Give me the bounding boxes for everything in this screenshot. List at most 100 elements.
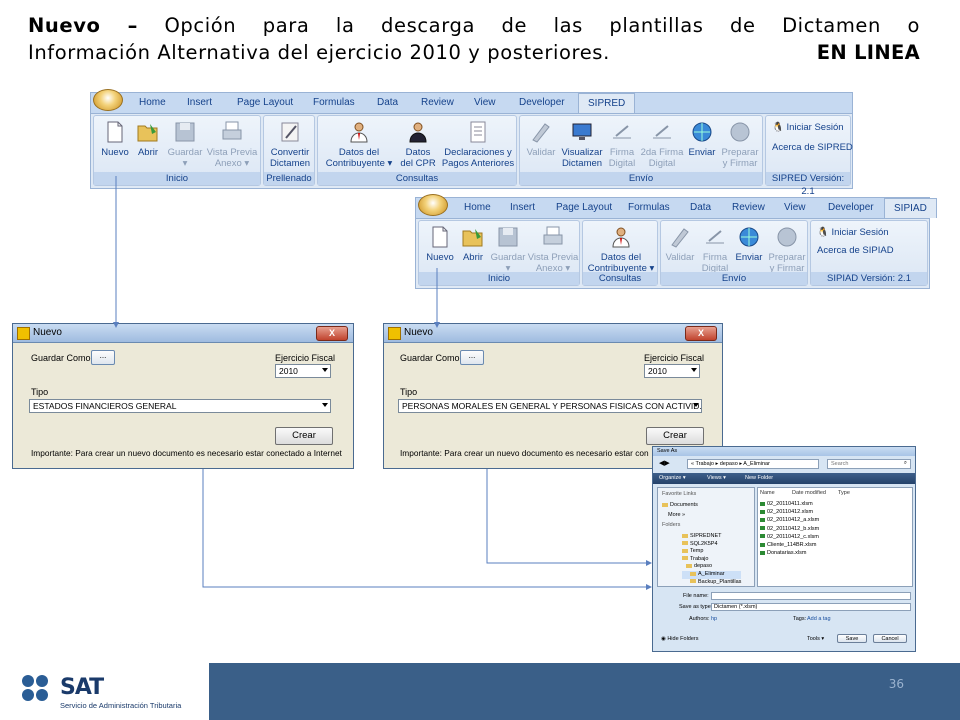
tab-page-layout[interactable]: Page Layout <box>237 97 293 108</box>
sipiad-nuevo-button[interactable]: Nuevo <box>423 225 457 263</box>
tools-button[interactable]: Tools ▾ <box>807 636 824 642</box>
more-link[interactable]: More » <box>668 512 685 518</box>
tab-review-2[interactable]: Review <box>732 202 765 213</box>
crear-button[interactable]: Crear <box>275 427 333 445</box>
tab-home-2[interactable]: Home <box>464 202 491 213</box>
sipiad-datos-contribuyente-button[interactable]: Datos del Contribuyente ▾ <box>585 225 657 274</box>
abrir-label: Abrir <box>137 147 159 158</box>
visualizar-label: Visualizar <box>561 147 603 158</box>
tab-formulas-2[interactable]: Formulas <box>628 202 670 213</box>
declaraciones-label: Declaraciones y <box>444 147 512 158</box>
browse-button[interactable]: ... <box>460 350 484 365</box>
visualizar-dictamen-button[interactable]: Visualizar Dictamen <box>560 120 604 169</box>
back-forward-icon[interactable]: ◀▶ <box>659 459 670 467</box>
tab-developer-2[interactable]: Developer <box>828 202 874 213</box>
office-button-2[interactable] <box>418 194 448 216</box>
col-date[interactable]: Date modified <box>792 490 826 496</box>
crear-button[interactable]: Crear <box>646 427 704 445</box>
sipiad-guardar-button[interactable]: Guardar ▾ <box>489 225 527 274</box>
sipiad-abrir-button[interactable]: Abrir <box>459 225 487 263</box>
tab-data[interactable]: Data <box>377 97 398 108</box>
save-type-select[interactable]: Dictamen (*.xlsm) <box>711 603 911 611</box>
sipiad-vista-previa-button[interactable]: Vista Previa Anexo ▾ <box>527 225 579 274</box>
tab-insert-2[interactable]: Insert <box>510 202 535 213</box>
file-row[interactable]: Cliente_114BR.xlsm <box>760 541 819 549</box>
close-button[interactable]: X <box>685 326 717 341</box>
nav-pane: Favorite Links Documents More » Folders … <box>657 487 755 587</box>
col-type[interactable]: Type <box>838 490 850 496</box>
tab-page-layout-2[interactable]: Page Layout <box>556 202 612 213</box>
file-name-input[interactable] <box>711 592 911 600</box>
datos-contribuyente-button[interactable]: Datos del Contribuyente ▾ <box>322 120 396 169</box>
close-button[interactable]: X <box>316 326 348 341</box>
views-button[interactable]: Views ▾ <box>707 475 726 481</box>
file-row[interactable]: 02_20110412_c.xlsm <box>760 533 819 541</box>
enviar-button[interactable]: Enviar <box>686 120 718 158</box>
preparar-firmar-button[interactable]: Preparar y Firmar <box>720 120 760 169</box>
save-as-titlebar: Save As <box>653 447 915 456</box>
file-row[interactable]: 02_20110412_a.xlsm <box>760 516 819 524</box>
authors-value[interactable]: hp <box>711 616 717 622</box>
segunda-firma-label: 2da Firma <box>640 147 684 158</box>
tab-home[interactable]: Home <box>139 97 166 108</box>
abrir-button[interactable]: Abrir <box>134 120 162 158</box>
file-row[interactable]: 02_20110411.xlsm <box>760 500 819 508</box>
year-select[interactable]: 2010 <box>644 364 700 378</box>
hide-folders-button[interactable]: ◉ Hide Folders <box>661 636 699 642</box>
sipiad-validar-button[interactable]: Validar <box>663 225 697 263</box>
folder-item[interactable]: SQL2K5P4 <box>682 541 741 549</box>
file-row[interactable]: 02_20110412_b.xlsm <box>760 525 819 533</box>
tipo-value: ESTADOS FINANCIEROS GENERAL <box>33 401 177 411</box>
tab-sipiad[interactable]: SIPIAD <box>884 198 937 218</box>
declaraciones-button[interactable]: Declaraciones y Pagos Anteriores <box>440 120 516 169</box>
tab-data-2[interactable]: Data <box>690 202 711 213</box>
sipiad-enviar-button[interactable]: Enviar <box>733 225 765 263</box>
tipo-select[interactable]: ESTADOS FINANCIEROS GENERAL <box>29 399 331 413</box>
folder-item[interactable]: Trabajo <box>682 556 741 564</box>
tab-insert[interactable]: Insert <box>187 97 212 108</box>
folder-item-selected[interactable]: A_Eliminar <box>682 570 742 579</box>
convertir-dictamen-button[interactable]: Convertir Dictamen <box>266 120 314 169</box>
file-name-label: File name: <box>683 593 709 599</box>
tab-view-2[interactable]: View <box>784 202 806 213</box>
validar-button[interactable]: Validar <box>524 120 558 158</box>
sipiad-group-inicio: Nuevo Abrir Guardar ▾ Vista Previa Anexo ▾… <box>418 220 580 286</box>
vista-previa-button[interactable]: Vista Previa Anexo ▾ <box>206 120 258 169</box>
search-input[interactable]: Search ⌕ <box>827 459 911 469</box>
tab-developer[interactable]: Developer <box>519 97 565 108</box>
tags-value[interactable]: Add a tag <box>807 616 831 622</box>
firma-digital-button[interactable]: Firma Digital <box>606 120 638 169</box>
tab-view[interactable]: View <box>474 97 496 108</box>
sipiad-firma-button[interactable]: Firma Digital <box>699 225 731 274</box>
folder-item[interactable]: Temp <box>682 548 741 556</box>
iniciar-sesion-button[interactable]: 🐧 Iniciar Sesión <box>772 122 844 133</box>
documents-link[interactable]: Documents <box>662 502 698 508</box>
address-bar[interactable]: « Trabajo ▸ depaso ▸ A_Eliminar <box>687 459 819 469</box>
col-name[interactable]: Name <box>760 490 775 496</box>
cancel-button[interactable]: Cancel <box>873 634 907 643</box>
tab-sipred[interactable]: SIPRED <box>578 93 636 113</box>
tab-review[interactable]: Review <box>421 97 454 108</box>
folder-item[interactable]: depaso <box>682 563 741 571</box>
sipiad-iniciar-sesion-button[interactable]: 🐧 Iniciar Sesión <box>817 227 889 238</box>
new-folder-button[interactable]: New Folder <box>745 475 773 481</box>
segunda-firma-button[interactable]: 2da Firma Digital <box>640 120 684 169</box>
folder-item[interactable]: SIPREDNET <box>682 533 741 541</box>
datos-cpr-button[interactable]: Datosdel CPR ▾ <box>398 120 438 180</box>
save-button[interactable]: Save <box>837 634 867 643</box>
nuevo-button[interactable]: Nuevo <box>98 120 132 158</box>
tab-formulas[interactable]: Formulas <box>313 97 355 108</box>
save-disk-icon <box>498 227 518 247</box>
acerca-button[interactable]: Acerca de SIPRED <box>772 142 853 153</box>
file-row[interactable]: 02_20110412.xlsm <box>760 508 819 516</box>
organize-button[interactable]: Organize ▾ <box>659 475 686 481</box>
browse-button[interactable]: ... <box>91 350 115 365</box>
guardar-button[interactable]: Guardar ▾ <box>166 120 204 169</box>
office-button[interactable] <box>93 89 123 111</box>
file-row[interactable]: Donatarias.xlsm <box>760 549 819 557</box>
sipiad-acerca-button[interactable]: Acerca de SIPIAD <box>817 245 894 256</box>
folder-item[interactable]: Backup_Plantillas <box>682 579 741 587</box>
sipiad-preparar-button[interactable]: Preparar y Firmar <box>767 225 807 274</box>
tipo-select[interactable]: PERSONAS MORALES EN GENERAL Y PERSONAS F… <box>398 399 702 413</box>
year-select[interactable]: 2010 <box>275 364 331 378</box>
